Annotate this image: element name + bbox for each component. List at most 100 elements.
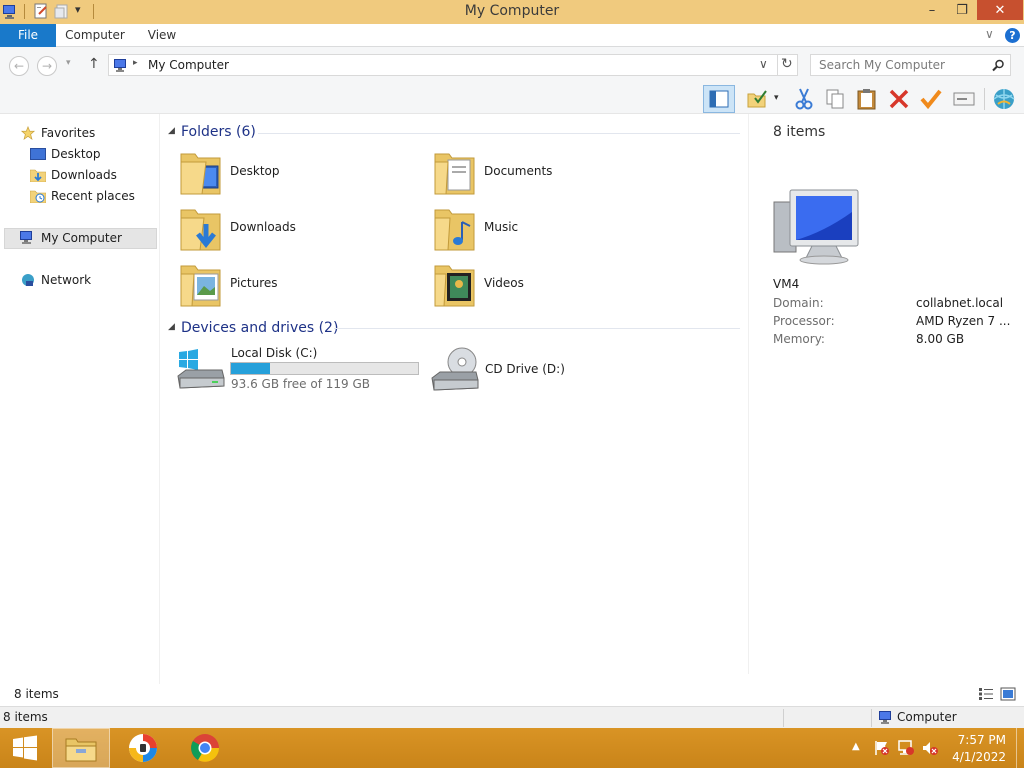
breadcrumb-chevron-icon[interactable]: ▸ (133, 58, 138, 68)
nav-favorites[interactable]: Favorites (20, 123, 150, 143)
nav-item-downloads[interactable]: Downloads (30, 165, 150, 185)
network-icon (22, 274, 34, 286)
separator (871, 709, 872, 727)
forward-button[interactable]: → (37, 56, 57, 76)
address-bar[interactable]: ▸ My Computer ∨ ↻ (108, 54, 798, 76)
maximize-button[interactable]: ❐ (948, 0, 976, 21)
taskbar-browser-app[interactable] (114, 728, 172, 768)
documents-folder-icon (434, 153, 475, 195)
folder-item-downloads[interactable]: Downloads (180, 204, 420, 256)
chrome-icon (191, 734, 219, 762)
title-bar: ▾ My Computer – ❐ ✕ (0, 0, 1024, 24)
rename-button[interactable] (951, 87, 977, 111)
tab-view[interactable]: View (140, 24, 184, 47)
clock-time[interactable]: 7:57 PM (944, 733, 1006, 747)
pane-divider (159, 114, 160, 684)
recent-locations-dropdown[interactable]: ▾ (66, 58, 71, 68)
breadcrumb-my-computer[interactable]: My Computer (148, 58, 229, 72)
taskbar-chrome[interactable] (176, 728, 234, 768)
folder-item-music[interactable]: Music (434, 204, 674, 256)
nav-item-desktop[interactable]: Desktop (30, 144, 150, 164)
folder-label: Pictures (230, 276, 278, 290)
pane-divider (748, 114, 749, 674)
volume-muted-icon[interactable] (921, 740, 939, 756)
delete-button[interactable] (886, 87, 912, 111)
nav-item-network[interactable]: Network (20, 270, 150, 290)
desktop-folder-icon (180, 153, 221, 195)
expand-ribbon-icon[interactable]: ∨ (985, 27, 994, 41)
detail-value-memory: 8.00 GB (916, 332, 965, 346)
nav-item-label: Downloads (51, 168, 117, 182)
help-icon[interactable]: ? (1005, 28, 1020, 43)
ribbon-tabs: File Computer View ∨ ? (0, 24, 1024, 47)
search-input[interactable]: Search My Computer (819, 58, 945, 72)
drive-free-space: 93.6 GB free of 119 GB (231, 377, 370, 391)
details-pane: 8 items VM4 Domain: collabnet.local Proc… (748, 114, 1024, 684)
devices-group-header[interactable]: Devices and drives (2) (181, 320, 338, 336)
search-box[interactable]: Search My Computer (810, 54, 1011, 76)
folder-check-icon (747, 90, 767, 108)
window-title: My Computer (464, 3, 560, 19)
show-desktop-button[interactable] (1016, 728, 1024, 768)
status-item-count: 8 items (14, 687, 59, 701)
rename-icon (953, 92, 975, 106)
checkmark-icon (920, 89, 942, 109)
nav-item-label: Network (41, 273, 92, 287)
folder-label: Downloads (230, 220, 296, 234)
show-hidden-icons-button[interactable]: ▲ (852, 741, 860, 752)
paste-button[interactable] (854, 87, 880, 111)
nav-item-recent-places[interactable]: Recent places (30, 186, 150, 206)
drive-usage-fill (231, 363, 271, 374)
arrow-right-icon: → (41, 59, 53, 73)
taskbar-file-explorer[interactable] (52, 728, 110, 768)
desktop-icon (30, 148, 46, 160)
minimize-button[interactable]: – (918, 0, 946, 21)
tab-computer[interactable]: Computer (60, 24, 130, 47)
clock-date[interactable]: 4/1/2022 (944, 750, 1006, 764)
action-center-flag-icon[interactable] (873, 740, 891, 756)
nav-favorites-label: Favorites (41, 126, 96, 140)
address-dropdown-icon[interactable]: ∨ (759, 57, 768, 71)
tab-file[interactable]: File (0, 24, 56, 47)
cut-button[interactable] (791, 87, 817, 111)
drive-item-local-disk[interactable]: Local Disk (C:) 93.6 GB free of 119 GB (176, 344, 426, 394)
window-status-bar: 8 items Computer (0, 706, 1024, 728)
arrow-up-icon: ↑ (88, 56, 100, 72)
large-icons-view-icon[interactable] (1000, 687, 1016, 701)
drive-usage-bar (230, 362, 419, 375)
preview-pane-button[interactable] (703, 85, 735, 113)
start-button[interactable] (0, 728, 50, 768)
nav-item-label: Recent places (51, 189, 135, 203)
organize-button[interactable] (744, 87, 770, 111)
music-folder-icon (434, 209, 475, 251)
navigation-pane: Favorites Desktop Downloads Recent place… (0, 114, 160, 684)
up-button[interactable]: ↑ (88, 56, 100, 72)
search-icon[interactable] (992, 59, 1005, 72)
apply-button[interactable] (918, 87, 944, 111)
nav-item-label: Desktop (51, 147, 101, 161)
collapse-folders-icon[interactable]: ◢ (168, 126, 175, 136)
folder-item-videos[interactable]: Videos (434, 260, 674, 312)
network-status-icon[interactable] (897, 740, 915, 756)
network-globe-button[interactable] (990, 87, 1018, 111)
folder-item-pictures[interactable]: Pictures (180, 260, 420, 312)
close-button[interactable]: ✕ (977, 0, 1023, 20)
details-view-icon[interactable] (978, 687, 994, 701)
folders-group-header[interactable]: Folders (6) (181, 124, 256, 140)
copy-button[interactable] (822, 87, 848, 111)
computer-name: VM4 (773, 277, 800, 291)
organize-dropdown-icon[interactable]: ▾ (774, 93, 779, 103)
collapse-devices-icon[interactable]: ◢ (168, 322, 175, 332)
refresh-icon[interactable]: ↻ (781, 56, 793, 72)
separator (783, 709, 784, 727)
folder-item-desktop[interactable]: Desktop (180, 148, 420, 200)
folder-item-documents[interactable]: Documents (434, 148, 674, 200)
drive-item-cd-drive[interactable]: CD Drive (D:) (430, 344, 630, 394)
arrow-left-icon: ← (13, 59, 25, 73)
nav-item-my-computer[interactable]: My Computer (4, 228, 157, 249)
windows-drive-icon (177, 349, 225, 389)
pane-layout-icon (709, 90, 729, 108)
globe-icon (993, 89, 1015, 109)
scissors-icon (795, 88, 813, 110)
back-button[interactable]: ← (9, 56, 29, 76)
